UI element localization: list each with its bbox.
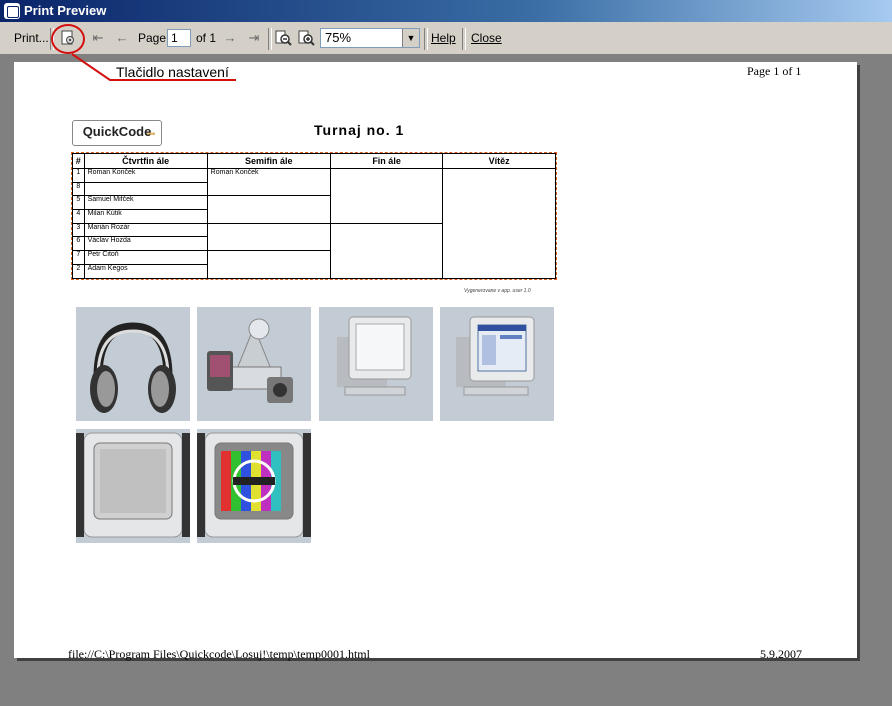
toolbar-separator — [268, 28, 272, 50]
page-number-input[interactable]: 1 — [167, 29, 191, 47]
first-page-icon[interactable]: ⇤ — [89, 29, 107, 47]
crt-monitor-screen-image — [440, 307, 554, 421]
quarterfinal-player: Samuel Mifček — [83, 195, 208, 211]
tournament-bracket-table: # Čtvrtfin ále Semifin ále Fin ále Vítěz… — [71, 152, 557, 280]
footer-date: 5.9.2007 — [760, 647, 802, 661]
column-header-quarterfinal: Čtvrtfin ále — [83, 153, 208, 169]
seed-number: 8 — [72, 181, 85, 197]
window-title: Print Preview — [24, 3, 107, 18]
seed-number: 7 — [72, 250, 85, 265]
chevron-down-icon[interactable]: ▼ — [402, 29, 419, 47]
column-header-number: # — [72, 153, 85, 169]
last-page-icon[interactable]: ⇥ — [245, 29, 263, 47]
semifinal-player — [206, 250, 331, 279]
quarterfinal-player — [83, 181, 208, 197]
winner-cell — [442, 168, 556, 279]
toolbar-separator — [462, 28, 466, 50]
seed-number: 2 — [72, 263, 85, 279]
column-header-final: Fin ále — [329, 153, 444, 169]
semifinal-player — [206, 195, 331, 224]
tv-static-image — [76, 429, 190, 543]
headphones-image — [76, 307, 190, 421]
tv-test-pattern-image — [197, 429, 311, 543]
seed-number: 5 — [72, 195, 85, 211]
semifinal-player — [206, 222, 331, 252]
zoom-select[interactable]: 75% ▼ — [320, 28, 420, 48]
zoom-in-icon — [298, 30, 315, 46]
final-player — [329, 168, 444, 224]
page-indicator: Page 1 of 1 — [747, 64, 802, 78]
logo-small-text: IIIIIII — [147, 131, 155, 136]
quarterfinal-player: Marián Rozár — [83, 222, 208, 238]
seed-number: 3 — [72, 222, 85, 238]
zoom-out-icon — [275, 30, 292, 46]
previous-page-icon[interactable]: ← — [113, 29, 131, 47]
toolbar: Print... ⇤ ← Page 1 of 1 → ⇥ 75% ▼ Help … — [0, 22, 892, 55]
zoom-value: 75% — [325, 30, 352, 45]
quarterfinal-player: Roman Konček — [83, 168, 208, 183]
toolbar-separator — [424, 28, 428, 50]
annotation-circle — [51, 24, 85, 54]
tournament-title: Turnaj no. 1 — [314, 122, 405, 138]
seed-number: 1 — [72, 168, 85, 183]
semifinal-player: Roman Konček — [206, 167, 331, 197]
generated-note: Vygenerovane v app. user 1.0 — [464, 288, 531, 294]
table-header-row: # Čtvrtfin ále Semifin ále Fin ále Vítěz — [72, 153, 556, 169]
quarterfinal-player: Petr Citoň — [83, 250, 208, 265]
page-label: Page — [138, 31, 167, 45]
column-header-semifinal: Semifin ále — [206, 153, 331, 169]
quickcode-logo: QuickCode IIIIIII — [72, 120, 162, 146]
close-button[interactable]: Close — [471, 29, 502, 47]
quarterfinal-player: Adam Kegos — [83, 263, 208, 279]
logo-text: QuickCode — [82, 124, 152, 139]
quarterfinal-player: Václav Hozda — [83, 236, 208, 252]
seed-number: 4 — [72, 209, 85, 224]
next-page-icon[interactable]: → — [221, 29, 239, 47]
column-header-winner: Vítěz — [442, 153, 556, 169]
quarterfinal-player: Milan Kútik — [83, 209, 208, 224]
help-button[interactable]: Help — [431, 29, 456, 47]
page-count-label: of 1 — [196, 31, 217, 45]
annotation-label: Tlačidlo nastavení — [116, 64, 229, 80]
multimedia-devices-image — [197, 307, 311, 421]
crt-monitor-off-image — [319, 307, 433, 421]
footer-file-path: file://C:\Program Files\Quickcode\Losuj!… — [68, 647, 370, 661]
seed-number: 6 — [72, 236, 85, 252]
print-button[interactable]: Print... — [14, 29, 49, 47]
window-titlebar: Print Preview — [0, 0, 892, 22]
app-icon — [4, 3, 20, 19]
zoom-in-button[interactable] — [297, 29, 315, 47]
zoom-out-button[interactable] — [274, 29, 292, 47]
final-player — [329, 222, 444, 279]
table-row: 1 Roman Konček Roman Konček — [72, 167, 556, 279]
